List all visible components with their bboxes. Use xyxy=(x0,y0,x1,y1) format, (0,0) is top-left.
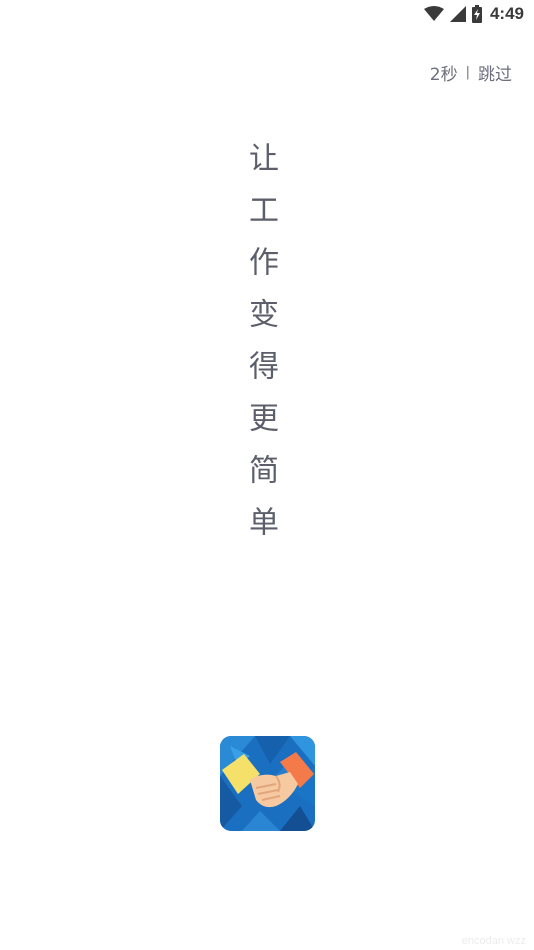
skip-label: 跳过 xyxy=(478,65,512,85)
status-time: 4:49 xyxy=(489,4,524,23)
handshake-icon xyxy=(220,736,315,831)
wifi-icon xyxy=(423,6,444,22)
battery-charging-icon xyxy=(471,5,482,23)
slogan-text: 让工作变得更简单 xyxy=(243,142,278,558)
watermark: encodan wzz xyxy=(461,935,526,947)
status-bar: 4:49 xyxy=(0,0,534,28)
app-logo xyxy=(220,736,315,831)
countdown-text: 2秒 xyxy=(429,65,458,85)
skip-button[interactable]: 2秒 | 跳过 xyxy=(430,60,512,85)
status-icons: 4:49 xyxy=(423,3,524,25)
skip-separator: | xyxy=(465,65,470,80)
cell-signal-icon xyxy=(449,6,466,22)
